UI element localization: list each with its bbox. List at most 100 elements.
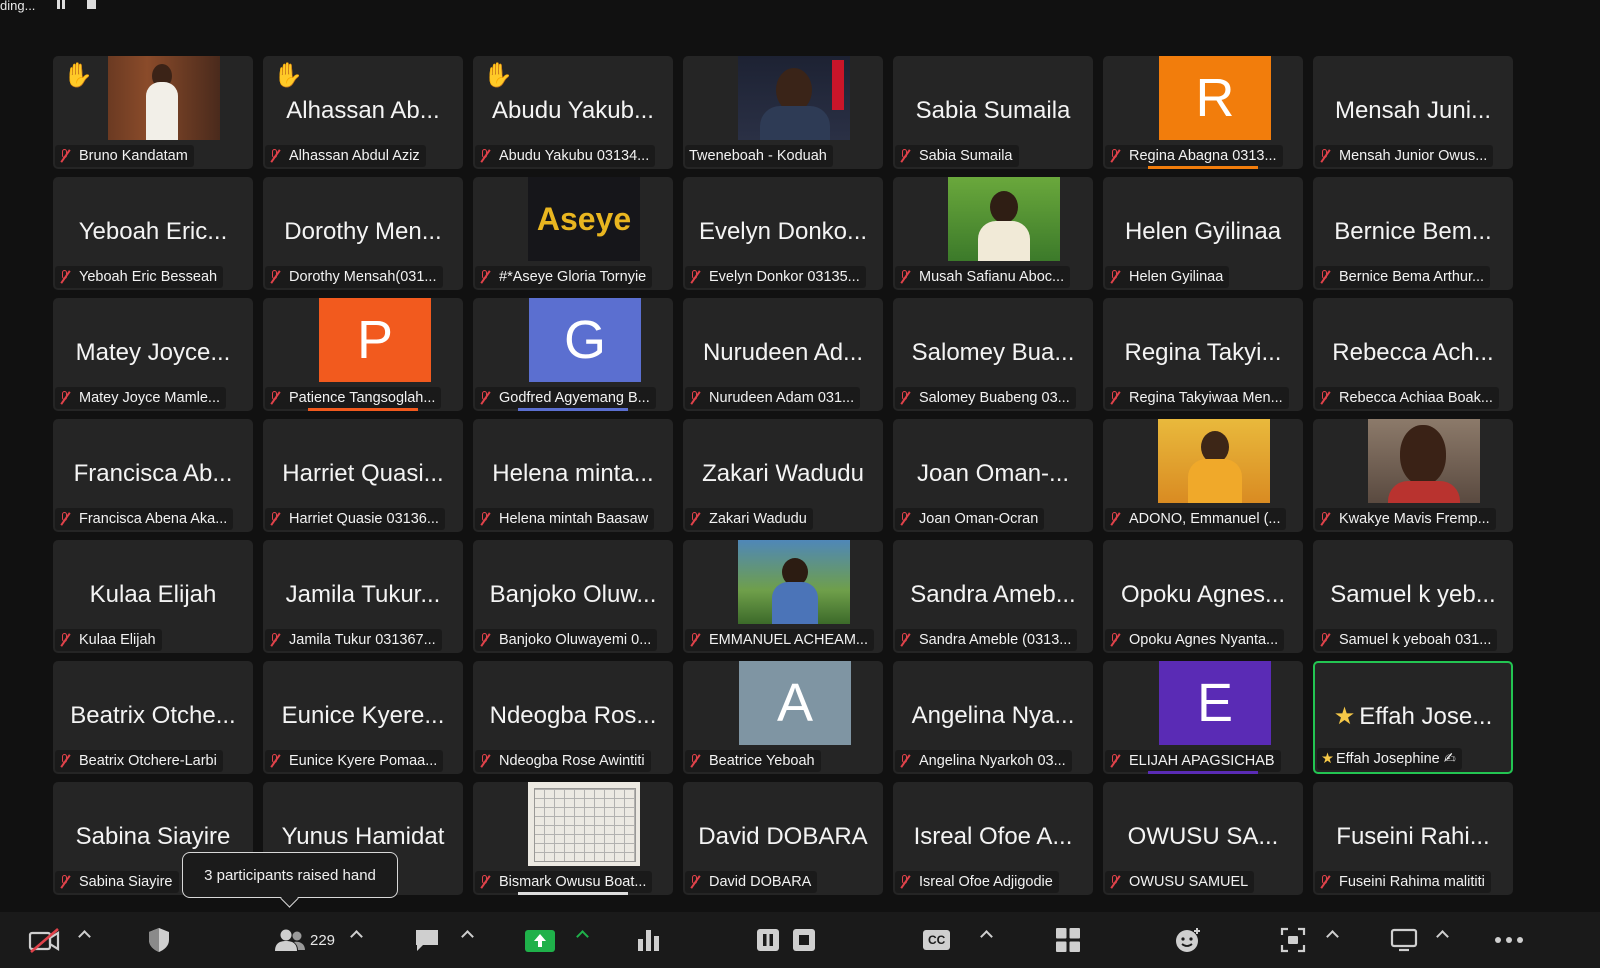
participant-tile[interactable]: EMMANUEL ACHEAM... [683,540,883,653]
participant-tile[interactable]: Joan Oman-... Joan Oman-Ocran [893,419,1093,532]
focus-view-button[interactable] [1280,926,1306,954]
apps-button[interactable] [1055,926,1081,954]
participant-tile[interactable]: David DOBARA David DOBARA [683,782,883,895]
name-label-text: Samuel k yeboah 031... [1339,632,1492,648]
participant-tile[interactable]: Helen Gyilinaa Helen Gyilinaa [1103,177,1303,290]
participant-tile[interactable]: E ELIJAH APAGSICHAB [1103,661,1303,774]
participant-tile[interactable]: Eunice Kyere... Eunice Kyere Pomaa... [263,661,463,774]
participant-tile[interactable]: Harriet Quasi... Harriet Quasie 03136... [263,419,463,532]
cc-icon: CC [923,930,951,950]
display-name-text: Sabia Sumaila [915,97,1071,124]
participant-tile[interactable]: Isreal Ofoe A... Isreal Ofoe Adjigodie [893,782,1093,895]
participant-tile[interactable]: Evelyn Donko... Evelyn Donkor 03135... [683,177,883,290]
display-name-text: Abudu Yakub... [492,97,654,124]
avatar: R [1159,56,1271,140]
participant-tile[interactable]: Musah Safianu Aboc... [893,177,1093,290]
stop-recording-icon[interactable] [87,0,97,9]
stop-video-button[interactable] [28,926,62,954]
participant-tile[interactable]: Fuseini Rahi... Fuseini Rahima malititi [1313,782,1513,895]
share-screen-button[interactable] [524,926,556,954]
participant-tile[interactable]: ✋ Bruno Kandatam [53,56,253,169]
participant-tile[interactable]: Sabia Sumaila Sabia Sumaila [893,56,1093,169]
muted-mic-icon [899,512,911,526]
name-label-text: Abudu Yakubu 03134... [499,148,650,164]
participant-display-name: Yunus Hamidat [263,823,463,851]
participants-options-caret-icon[interactable] [350,930,363,943]
participant-tile[interactable]: Dorothy Men... Dorothy Mensah(031... [263,177,463,290]
participant-name-label: Samuel k yeboah 031... [1315,629,1498,651]
pause-recording-icon[interactable] [57,0,66,9]
participant-tile[interactable]: Samuel k yeb... Samuel k yeboah 031... [1313,540,1513,653]
participant-tile[interactable]: P Patience Tangsoglah... [263,298,463,411]
video-logo-text: Aseye [536,200,632,237]
more-button[interactable] [1494,926,1524,954]
participant-tile[interactable]: Francisca Ab... Francisca Abena Aka... [53,419,253,532]
muted-mic-icon [899,149,911,163]
participants-icon [275,929,305,951]
participant-name-label: Helen Gyilinaa [1105,266,1230,288]
participant-tile[interactable]: Helena minta... Helena mintah Baasaw [473,419,673,532]
chat-options-caret-icon[interactable] [461,930,474,943]
muted-mic-icon [1319,391,1331,405]
participants-button[interactable]: 229 [274,926,335,954]
participant-tile[interactable]: A Beatrice Yeboah [683,661,883,774]
participant-tile[interactable]: ★ Effah Jose... ★ Effah Josephine ✍ [1313,661,1513,774]
participant-tile[interactable]: Abudu Yakub... ✋ Abudu Yakubu 03134... [473,56,673,169]
muted-mic-icon [899,633,911,647]
video-options-caret-icon[interactable] [78,930,91,943]
participant-tile[interactable]: Sandra Ameb... Sandra Ameble (0313... [893,540,1093,653]
participant-tile[interactable]: Matey Joyce... Matey Joyce Mamle... [53,298,253,411]
reactions-button[interactable] [1174,926,1202,954]
name-label-text: Kwakye Mavis Fremp... [1339,511,1490,527]
muted-mic-icon [689,633,701,647]
cc-options-caret-icon[interactable] [980,930,993,943]
stop-record-button[interactable] [792,926,816,954]
share-options-caret-icon[interactable] [576,930,589,943]
participant-tile[interactable]: Alhassan Ab... ✋ Alhassan Abdul Aziz [263,56,463,169]
participant-tile[interactable]: Salomey Bua... Salomey Buabeng 03... [893,298,1093,411]
participant-tile[interactable]: Rebecca Ach... Rebecca Achiaa Boak... [1313,298,1513,411]
participant-tile[interactable]: Banjoko Oluw... Banjoko Oluwayemi 0... [473,540,673,653]
name-label-text: Godfred Agyemang B... [499,390,650,406]
participant-tile[interactable]: R Regina Abagna 0313... [1103,56,1303,169]
name-label-text: Musah Safianu Aboc... [919,269,1065,285]
participant-tile[interactable]: Regina Takyi... Regina Takyiwaa Men... [1103,298,1303,411]
participant-tile[interactable]: G Godfred Agyemang B... [473,298,673,411]
speaking-indicator [308,408,418,411]
participant-tile[interactable]: Bernice Bem... Bernice Bema Arthur... [1313,177,1513,290]
participant-tile[interactable]: Nurudeen Ad... Nurudeen Adam 031... [683,298,883,411]
security-button[interactable] [146,926,172,954]
bar-chart-icon [638,930,659,951]
participant-tile[interactable]: Ndeogba Ros... Ndeogba Rose Awintiti [473,661,673,774]
screen-options-caret-icon[interactable] [1436,930,1449,943]
participant-tile[interactable]: Kulaa Elijah Kulaa Elijah [53,540,253,653]
participant-tile[interactable]: Yeboah Eric... Yeboah Eric Besseah [53,177,253,290]
name-label-text: Opoku Agnes Nyanta... [1129,632,1279,648]
participant-tile[interactable]: ADONO, Emmanuel (... [1103,419,1303,532]
participant-tile[interactable]: Tweneboah - Koduah [683,56,883,169]
chat-button[interactable] [413,926,441,954]
display-name-text: Zakari Wadudu [702,460,864,487]
participant-tile[interactable]: Aseye #*Aseye Gloria Tornyie [473,177,673,290]
name-label-text: Beatrice Yeboah [709,753,815,769]
participant-tile[interactable]: Kwakye Mavis Fremp... [1313,419,1513,532]
participant-tile[interactable]: Jamila Tukur... Jamila Tukur 031367... [263,540,463,653]
speaking-indicator [518,408,628,411]
muted-mic-icon [269,512,281,526]
display-name-text: Kulaa Elijah [89,581,217,608]
participant-tile[interactable]: Opoku Agnes... Opoku Agnes Nyanta... [1103,540,1303,653]
participant-tile[interactable]: Beatrix Otche... Beatrix Otchere-Larbi [53,661,253,774]
polls-button[interactable] [636,926,662,954]
pause-record-button[interactable] [756,926,780,954]
participant-tile[interactable]: Mensah Juni... Mensah Junior Owus... [1313,56,1513,169]
participant-video [738,56,850,140]
participant-tile[interactable]: Zakari Wadudu Zakari Wadudu [683,419,883,532]
name-label-text: Sabia Sumaila [919,148,1013,164]
screen-layout-button[interactable] [1390,926,1418,954]
closed-caption-button[interactable]: CC [923,926,951,954]
participant-tile[interactable]: OWUSU SA... OWUSU SAMUEL [1103,782,1303,895]
participant-tile[interactable]: Angelina Nya... Angelina Nyarkoh 03... [893,661,1093,774]
name-label-text: Harriet Quasie 03136... [289,511,439,527]
view-options-caret-icon[interactable] [1326,930,1339,943]
participant-tile[interactable]: Bismark Owusu Boat... [473,782,673,895]
